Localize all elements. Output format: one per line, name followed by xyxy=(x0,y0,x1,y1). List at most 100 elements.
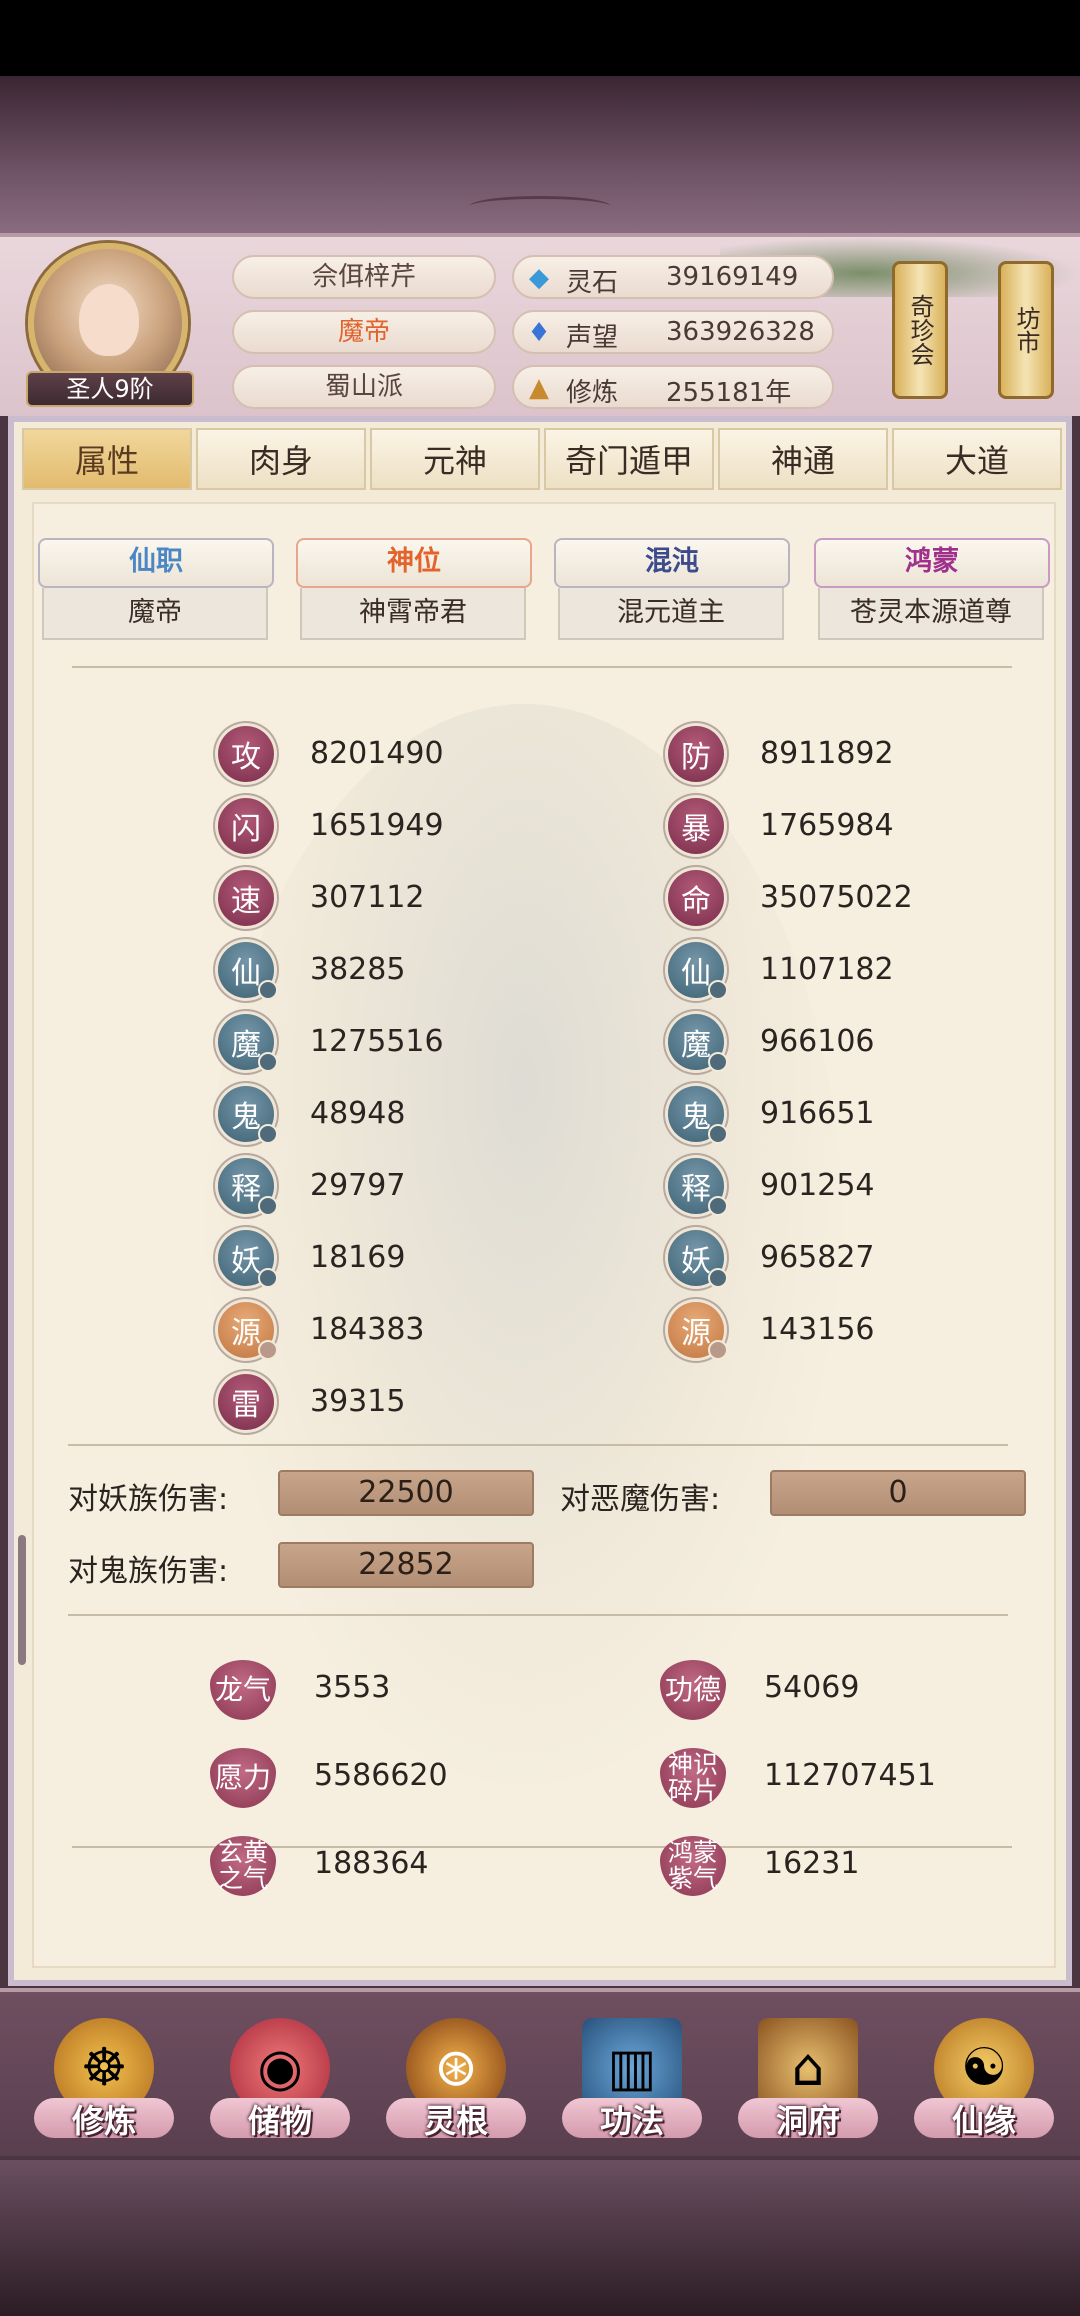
prestige-icon: ♦ xyxy=(527,318,551,348)
merit-badge: 功德 xyxy=(660,1660,726,1720)
resource-value: 255181年 xyxy=(666,378,792,408)
nav-cave-residence-label: 洞府 xyxy=(775,2102,840,2140)
tab-spirit[interactable]: 元神 xyxy=(370,428,540,490)
hongmeng-label-line1: 鸿蒙 xyxy=(667,1838,718,1867)
tab-attributes[interactable]: 属性 xyxy=(22,428,192,490)
stat-value: 916651 xyxy=(760,1096,875,1131)
damage-vs-ghost-label: 对鬼族伤害: xyxy=(68,1554,229,1589)
stat-row: 妖 965827 xyxy=(668,1230,988,1288)
rank-badge: 圣人9阶 xyxy=(26,371,194,407)
tab-body[interactable]: 肉身 xyxy=(196,428,366,490)
nav-spirit-root[interactable]: ⊛ 灵根 xyxy=(376,1992,536,2160)
stat-value: 1107182 xyxy=(760,952,894,987)
character-header: 圣人9阶 佘佴梓芹 魔帝 蜀山派 ◆ 灵石 39169149 ♦ 声望 3639… xyxy=(0,233,1080,416)
resource-value: 39169149 xyxy=(666,262,799,292)
stat-row: 暴 1765984 xyxy=(668,798,988,854)
stat-row: 命 35075022 xyxy=(668,870,988,926)
stat-sub-icon xyxy=(258,1124,278,1144)
resource-label: 声望 xyxy=(566,323,619,353)
misc-soul-shards: 神识 碎片 112707451 xyxy=(660,1748,1000,1808)
stat-row: 鬼 48948 xyxy=(218,1086,538,1144)
stat-row: 雷 39315 xyxy=(218,1374,538,1430)
stat-badge: 魔 xyxy=(668,1014,728,1072)
dragon-qi-value: 3553 xyxy=(314,1670,391,1705)
misc-hongmeng-purple-qi: 鸿蒙 紫气 16231 xyxy=(660,1836,960,1896)
stat-sub-icon xyxy=(708,1052,728,1072)
nav-cultivate[interactable]: ☸ 修炼 xyxy=(24,1992,184,2160)
nav-cave-residence[interactable]: ⌂ 洞府 xyxy=(728,1992,888,2160)
stat-row: 妖 18169 xyxy=(218,1230,538,1288)
resource-cultivation: ▲ 修炼 255181年 xyxy=(512,365,834,409)
stat-value: 901254 xyxy=(760,1168,875,1203)
cultivation-icon: ▲ xyxy=(529,373,549,403)
wish-power-value: 5586620 xyxy=(314,1758,448,1793)
category-hongmeng[interactable]: 鸿蒙 xyxy=(814,538,1050,588)
stat-value: 8201490 xyxy=(310,736,444,771)
soul-shards-label-line1: 神识 xyxy=(667,1750,718,1779)
stat-value: 143156 xyxy=(760,1312,875,1347)
stat-value: 1275516 xyxy=(310,1024,444,1059)
stat-row: 释 901254 xyxy=(668,1158,988,1216)
nav-storage[interactable]: ◉ 储物 xyxy=(200,1992,360,2160)
stat-value: 1651949 xyxy=(310,808,444,843)
stat-value: 18169 xyxy=(310,1240,406,1275)
divider xyxy=(68,1614,1008,1616)
market-label: 坊市 xyxy=(1012,306,1040,354)
stat-row: 攻 8201490 xyxy=(218,726,538,782)
stat-sub-icon xyxy=(708,1196,728,1216)
damage-vs-demon-label: 对恶魔伤害: xyxy=(560,1482,721,1517)
nav-fate-label: 仙缘 xyxy=(951,2102,1016,2140)
resource-label: 灵石 xyxy=(566,268,619,298)
damage-vs-demon-value: 0 xyxy=(770,1470,1026,1516)
stat-badge: 释 xyxy=(668,1158,728,1216)
tab-dao[interactable]: 大道 xyxy=(892,428,1062,490)
xuanhuang-qi-badge: 玄黄 之气 xyxy=(210,1836,276,1896)
stat-sub-icon xyxy=(708,1124,728,1144)
xuanhuang-qi-value: 188364 xyxy=(314,1846,429,1881)
stat-badge: 防 xyxy=(668,726,724,782)
dragon-qi-badge: 龙气 xyxy=(210,1660,276,1720)
stat-value: 39315 xyxy=(310,1384,406,1419)
stat-row: 闪 1651949 xyxy=(218,798,538,854)
resource-value: 363926328 xyxy=(666,317,815,347)
avatar-face xyxy=(79,284,139,356)
stat-row: 魔 1275516 xyxy=(218,1014,538,1072)
stat-badge: 鬼 xyxy=(218,1086,278,1144)
stat-row: 释 29797 xyxy=(218,1158,538,1216)
nav-storage-label: 储物 xyxy=(247,2102,312,2140)
divider xyxy=(72,666,1012,668)
stat-badge: 雷 xyxy=(218,1374,274,1430)
tab-qimen[interactable]: 奇门遁甲 xyxy=(544,428,714,490)
wish-power-badge: 愿力 xyxy=(210,1748,276,1808)
stat-badge: 妖 xyxy=(218,1230,278,1288)
misc-wish-power: 愿力 5586620 xyxy=(210,1748,510,1808)
stat-badge: 鬼 xyxy=(668,1086,728,1144)
scrollbar[interactable] xyxy=(18,1535,26,1665)
category-god-position[interactable]: 神位 xyxy=(296,538,532,588)
hongmeng-label-line2: 紫气 xyxy=(667,1864,718,1893)
treasure-fair-button[interactable]: 奇珍会 xyxy=(892,261,948,399)
stat-sub-icon xyxy=(708,1340,728,1360)
category-god-position-value: 神霄帝君 xyxy=(300,588,526,640)
damage-vs-ghost-value: 22852 xyxy=(278,1542,534,1588)
stat-row: 源 184383 xyxy=(218,1302,538,1360)
stat-sub-icon xyxy=(258,1052,278,1072)
tab-divine-power[interactable]: 神通 xyxy=(718,428,888,490)
nav-techniques[interactable]: ▥ 功法 xyxy=(552,1992,712,2160)
stat-sub-icon xyxy=(258,1268,278,1288)
soul-shards-badge: 神识 碎片 xyxy=(660,1748,726,1808)
stat-badge: 源 xyxy=(668,1302,728,1360)
resource-spirit-stone: ◆ 灵石 39169149 xyxy=(512,255,834,299)
market-button[interactable]: 坊市 xyxy=(998,261,1054,399)
category-chaos[interactable]: 混沌 xyxy=(554,538,790,588)
player-name: 佘佴梓芹 xyxy=(232,255,496,299)
stat-badge: 暴 xyxy=(668,798,724,854)
category-immortal-post[interactable]: 仙职 xyxy=(38,538,274,588)
nav-fate[interactable]: ☯ 仙缘 xyxy=(904,1992,1064,2160)
misc-dragon-qi: 龙气 3553 xyxy=(210,1660,510,1720)
stat-row: 鬼 916651 xyxy=(668,1086,988,1144)
stat-badge: 闪 xyxy=(218,798,274,854)
damage-vs-yao-value: 22500 xyxy=(278,1470,534,1516)
resource-prestige: ♦ 声望 363926328 xyxy=(512,310,834,354)
nav-techniques-label: 功法 xyxy=(599,2102,664,2140)
